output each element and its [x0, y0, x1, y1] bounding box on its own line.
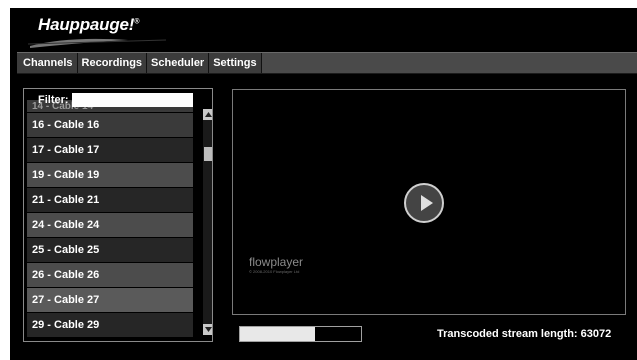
video-player[interactable]: flowplayer © 2008-2010 Flowplayer Ltd: [232, 89, 626, 315]
progress-fill: [240, 327, 316, 341]
channel-list: 14 - Cable 14 16 - Cable 16 17 - Cable 1…: [27, 100, 193, 338]
tab-channels[interactable]: Channels: [17, 53, 78, 73]
hauppauge-logo: Hauppauge!®: [28, 12, 173, 52]
channel-item[interactable]: 17 - Cable 17: [27, 138, 193, 162]
transcode-progress-bar: [239, 326, 362, 342]
player-copyright: © 2008-2010 Flowplayer Ltd: [249, 269, 300, 274]
logo-swoosh-icon: [28, 38, 167, 48]
channel-item[interactable]: 16 - Cable 16: [27, 113, 193, 137]
main-nav: Channels Recordings Scheduler Settings: [17, 52, 637, 74]
channel-item[interactable]: 25 - Cable 25: [27, 238, 193, 262]
channel-item[interactable]: 27 - Cable 27: [27, 288, 193, 312]
channel-item[interactable]: 19 - Cable 19: [27, 163, 193, 187]
channel-list-panel: Filter: 14 - Cable 14 16 - Cable 16 17 -…: [23, 88, 213, 342]
scrollbar-thumb[interactable]: [204, 147, 212, 161]
filter-label: Filter:: [38, 94, 69, 106]
app-window: Hauppauge!® Channels Recordings Schedule…: [10, 8, 637, 360]
play-icon[interactable]: [404, 183, 444, 223]
channel-item[interactable]: 24 - Cable 24: [27, 213, 193, 237]
filter-row: Filter:: [29, 92, 193, 108]
channel-item[interactable]: 26 - Cable 26: [27, 263, 193, 287]
tab-recordings[interactable]: Recordings: [77, 53, 148, 73]
player-brand: flowplayer: [249, 255, 304, 269]
logo-text: Hauppauge!®: [38, 15, 140, 34]
tab-scheduler[interactable]: Scheduler: [147, 53, 210, 73]
scroll-up-button[interactable]: [203, 109, 212, 120]
channel-item[interactable]: 29 - Cable 29: [27, 313, 193, 337]
tab-settings[interactable]: Settings: [209, 53, 262, 73]
channel-list-scrollbar[interactable]: [203, 109, 212, 335]
channel-item[interactable]: 21 - Cable 21: [27, 188, 193, 212]
stream-length-text: Transcoded stream length: 63072: [437, 328, 612, 340]
scroll-down-button[interactable]: [203, 324, 212, 335]
arrow-up-icon: [205, 112, 212, 117]
nav-spacer: [261, 53, 637, 73]
filter-input[interactable]: [71, 93, 193, 107]
arrow-down-icon: [205, 327, 212, 332]
